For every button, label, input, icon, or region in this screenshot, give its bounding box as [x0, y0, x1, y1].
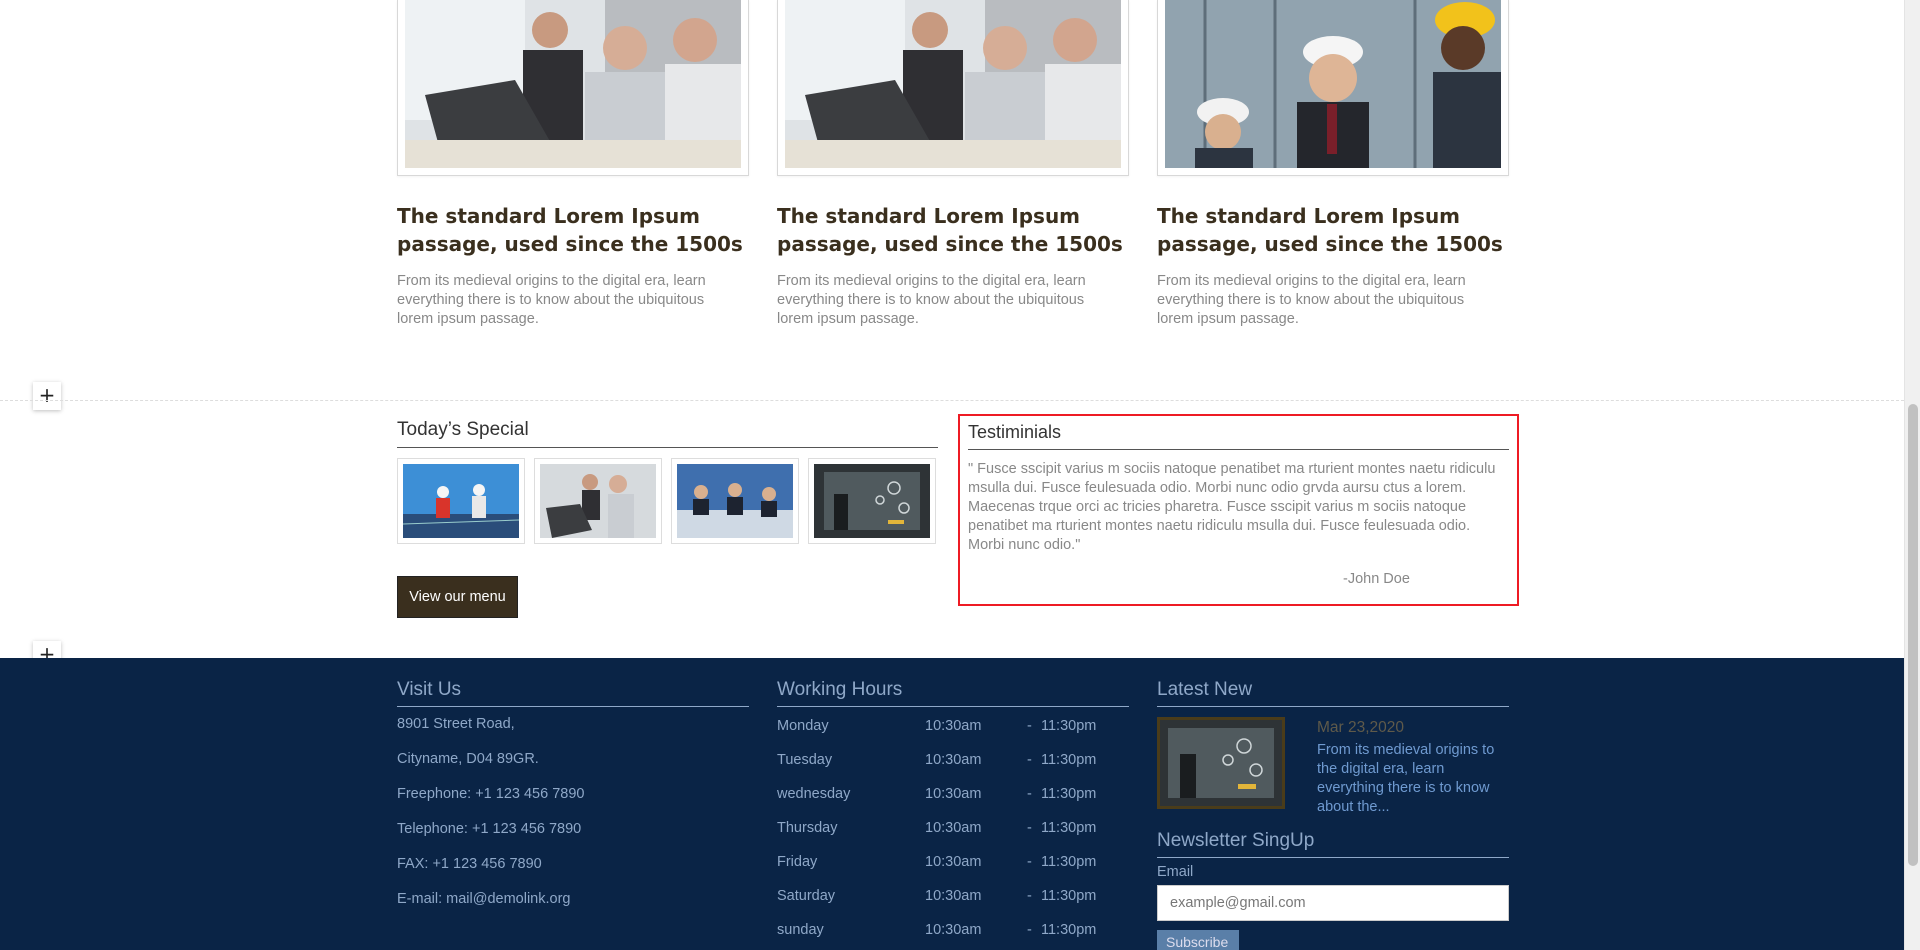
hours-open: 10:30am — [925, 888, 982, 904]
page-scrollbar[interactable] — [1904, 0, 1920, 950]
hours-close: 11:30pm — [1041, 786, 1097, 802]
card-text: From its medieval origins to the digital… — [1157, 273, 1466, 327]
hours-day: Saturday — [777, 888, 836, 904]
hours-day: sunday — [777, 922, 824, 938]
special-thumbnails — [397, 458, 938, 544]
hours-dash: - — [1027, 854, 1032, 870]
view-menu-button[interactable]: View our menu — [397, 576, 518, 618]
address-line: Cityname, D04 89GR. — [397, 751, 539, 767]
hours-row: Tuesday 10:30am - 11:30pm — [777, 743, 1129, 777]
hours-open: 10:30am — [925, 786, 982, 802]
hours-open: 10:30am — [925, 854, 982, 870]
hours-dash: - — [1027, 888, 1032, 904]
office-meeting-photo — [785, 0, 1121, 168]
testimonial-quote: " Fusce sscipit varius m sociis natoque … — [968, 461, 1496, 553]
hours-dash: - — [1027, 922, 1032, 938]
blog-card[interactable]: The standard Lorem Ipsum passage, used s… — [397, 0, 749, 329]
hours-row: Saturday 10:30am - 11:30pm — [777, 879, 1129, 913]
hours-close: 11:30pm — [1041, 718, 1097, 734]
hours-close: 11:30pm — [1041, 752, 1097, 768]
news-item[interactable]: Mar 23,2020 From its medieval origins to… — [1157, 717, 1509, 829]
tech-presentation-photo — [814, 464, 930, 538]
special-thumbnail[interactable] — [808, 458, 936, 544]
todays-special: Today’s Special View our menu — [397, 418, 938, 618]
card-title[interactable]: The standard Lorem Ipsum passage, used s… — [397, 202, 749, 258]
hours-close: 11:30pm — [1041, 820, 1097, 836]
special-thumbnail[interactable] — [397, 458, 525, 544]
subscribe-button[interactable]: Subscribe — [1157, 930, 1239, 950]
hours-day: Monday — [777, 718, 829, 734]
address-line: 8901 Street Road, — [397, 716, 515, 732]
hours-row: sunday 10:30am - 11:30pm — [777, 913, 1129, 947]
fax: FAX: +1 123 456 7890 — [397, 856, 542, 872]
hours-close: 11:30pm — [1041, 854, 1097, 870]
hours-day: wednesday — [777, 786, 851, 802]
hours-row: Monday 10:30am - 11:30pm — [777, 709, 1129, 743]
special-thumbnail[interactable] — [534, 458, 662, 544]
tech-presentation-photo — [1160, 720, 1282, 806]
card-image[interactable] — [397, 0, 749, 176]
working-hours-column: Working Hours Monday 10:30am - 11:30pm T… — [777, 678, 1129, 947]
email-link[interactable]: E-mail: mail@demolink.org — [397, 882, 749, 917]
news-date: Mar 23,2020 — [1317, 719, 1405, 736]
hours-day: Friday — [777, 854, 818, 870]
business-meeting-photo — [677, 464, 793, 538]
hours-open: 10:30am — [925, 820, 982, 836]
card-image[interactable] — [777, 0, 1129, 176]
add-section-button[interactable]: + — [33, 382, 61, 410]
blog-cards: The standard Lorem Ipsum passage, used s… — [397, 0, 1509, 340]
hours-list: Monday 10:30am - 11:30pm Tuesday 10:30am… — [777, 709, 1129, 947]
newsletter-email-input[interactable] — [1157, 885, 1509, 921]
hours-open: 10:30am — [925, 922, 982, 938]
freephone: Freephone: +1 123 456 7890 — [397, 786, 585, 802]
engineers-photo — [1165, 0, 1501, 168]
hours-row: wednesday 10:30am - 11:30pm — [777, 777, 1129, 811]
special-title: Today’s Special — [397, 418, 938, 448]
latest-news-title: Latest New — [1157, 678, 1509, 707]
office-meeting-photo — [405, 0, 741, 168]
hours-dash: - — [1027, 820, 1032, 836]
special-thumbnail[interactable] — [671, 458, 799, 544]
working-hours-title: Working Hours — [777, 678, 1129, 707]
solar-workers-photo — [403, 464, 519, 538]
card-title[interactable]: The standard Lorem Ipsum passage, used s… — [777, 202, 1129, 258]
hours-close: 11:30pm — [1041, 922, 1097, 938]
office-meeting-photo — [540, 464, 656, 538]
card-image[interactable] — [1157, 0, 1509, 176]
blog-card[interactable]: The standard Lorem Ipsum passage, used s… — [777, 0, 1129, 329]
testimonials-box: Testiminials " Fusce sscipit varius m so… — [958, 414, 1519, 606]
blog-card[interactable]: The standard Lorem Ipsum passage, used s… — [1157, 0, 1509, 329]
hours-dash: - — [1027, 718, 1032, 734]
card-text: From its medieval origins to the digital… — [397, 273, 706, 327]
visit-us-title: Visit Us — [397, 678, 749, 707]
hours-row: Thursday 10:30am - 11:30pm — [777, 811, 1129, 845]
card-text: From its medieval origins to the digital… — [777, 273, 1086, 327]
latest-news-column: Latest New Mar 23,2020 From its medieval… — [1157, 678, 1509, 950]
telephone: Telephone: +1 123 456 7890 — [397, 821, 582, 837]
testimonials-title: Testiminials — [968, 420, 1509, 450]
news-image[interactable] — [1157, 717, 1285, 809]
hours-open: 10:30am — [925, 752, 982, 768]
hours-close: 11:30pm — [1041, 888, 1097, 904]
hours-dash: - — [1027, 752, 1032, 768]
footer: Visit Us 8901 Street Road, Cityname, D04… — [0, 658, 1904, 950]
card-title[interactable]: The standard Lorem Ipsum passage, used s… — [1157, 202, 1509, 258]
hours-day: Tuesday — [777, 752, 833, 768]
visit-us-column: Visit Us 8901 Street Road, Cityname, D04… — [397, 678, 749, 917]
page: The standard Lorem Ipsum passage, used s… — [0, 0, 1904, 950]
email-label: Email — [1157, 864, 1194, 880]
newsletter-title: Newsletter SingUp — [1157, 829, 1509, 858]
hours-dash: - — [1027, 786, 1032, 802]
section-divider — [0, 400, 1904, 401]
news-excerpt[interactable]: From its medieval origins to the digital… — [1317, 741, 1512, 817]
testimonial-author: -John Doe — [1343, 571, 1410, 587]
hours-row: Friday 10:30am - 11:30pm — [777, 845, 1129, 879]
scrollbar-thumb[interactable] — [1908, 404, 1918, 866]
hours-day: Thursday — [777, 820, 838, 836]
hours-open: 10:30am — [925, 718, 982, 734]
